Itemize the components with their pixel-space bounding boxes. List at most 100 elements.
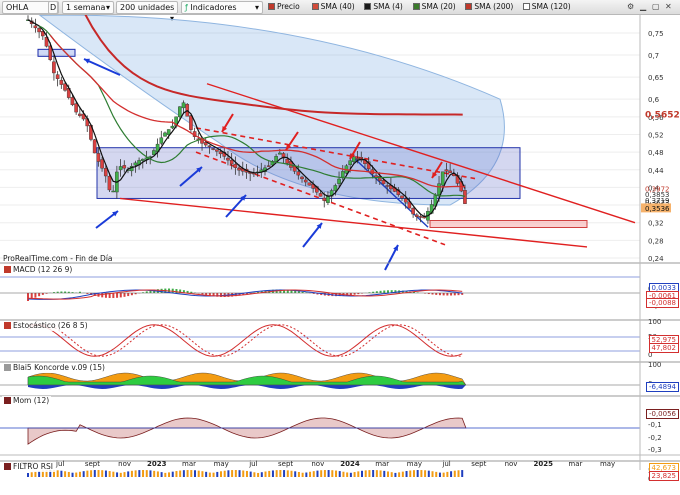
chart-toolbar: OHLA ▾ D 1 semana ▾ 200 unidades ▾ ƒ Ind…	[0, 0, 680, 23]
rsi-bar	[108, 471, 111, 477]
rsi-bar	[219, 471, 222, 477]
rsi-bar	[301, 472, 304, 477]
macd-bar	[386, 290, 389, 293]
rsi-bar	[390, 472, 393, 477]
candle-body	[118, 166, 123, 171]
price-label: 0,3536	[645, 205, 670, 213]
legend-item[interactable]: SMA (120)	[522, 2, 571, 13]
close-icon[interactable]: ✕	[665, 2, 672, 12]
koncorde-panel-title[interactable]: Blai5 Koncorde v.09 (15)	[2, 363, 107, 373]
stoch-panel-title[interactable]: Estocástico (26 8 5)	[2, 321, 90, 331]
legend-swatch	[522, 3, 530, 10]
rsi-bar	[409, 470, 412, 477]
rsi-bar	[231, 470, 234, 477]
rsi-bar	[34, 471, 37, 477]
macd-bar	[101, 293, 104, 298]
rsi-bar	[249, 471, 252, 477]
rsi-bar	[197, 470, 200, 477]
macd-panel-title[interactable]: MACD (12 26 9)	[2, 265, 75, 275]
legend-swatch	[268, 3, 275, 10]
price-tick-label: 0,75	[648, 30, 664, 38]
candle-body	[111, 190, 115, 193]
rsi-bar	[316, 470, 319, 477]
candle-body	[107, 176, 112, 191]
koncorde-icon	[4, 364, 11, 371]
rsi-bar	[394, 472, 397, 477]
mom-title-text: Mom (12)	[13, 396, 50, 405]
candle-body	[92, 139, 97, 154]
time-tick-label: 2024	[340, 460, 360, 468]
rsi-bar	[245, 470, 248, 477]
legend-item[interactable]: Precio	[268, 2, 300, 13]
candle-body	[181, 102, 186, 109]
time-tick-label: nov	[505, 460, 518, 468]
candle-body	[340, 171, 345, 178]
stoch-k-line	[27, 324, 463, 357]
time-tick-label: mar	[568, 460, 582, 468]
time-tick-label: nov	[118, 460, 131, 468]
candle-body	[248, 172, 252, 174]
rsi-bar	[153, 470, 156, 477]
settings-icon[interactable]: ⚙	[627, 2, 634, 12]
rsi-bar	[457, 470, 460, 477]
candle-body	[444, 169, 449, 172]
macd-bar	[123, 293, 126, 297]
rsi-bar	[338, 471, 341, 477]
macd-bar	[116, 293, 119, 298]
candle-body	[189, 115, 193, 130]
rsi-bar	[372, 470, 375, 477]
price-tick-label: 0,44	[648, 167, 664, 175]
time-tick-label: jul	[248, 460, 257, 468]
rsi-bar	[71, 472, 74, 477]
period-code-button[interactable]: D	[48, 1, 58, 14]
candle-body	[237, 167, 241, 171]
price-label: 0,5652	[645, 111, 680, 121]
range-rectangle	[96, 147, 521, 199]
rsi-bar	[212, 472, 215, 477]
rsi-bar	[435, 471, 438, 477]
time-tick-label: 2023	[147, 460, 167, 468]
mom-panel-title[interactable]: Mom (12)	[2, 396, 52, 406]
units-selector[interactable]: 200 unidades ▾	[116, 1, 178, 23]
time-tick-label: sept	[278, 460, 293, 468]
rsi-bar	[290, 470, 293, 477]
rsi-bar	[82, 471, 85, 477]
indicators-button[interactable]: ƒ Indicadores ▾	[181, 1, 263, 14]
legend-swatch	[311, 3, 319, 10]
candle-body	[385, 185, 389, 187]
rsi-bar	[27, 473, 29, 477]
legend-item[interactable]: SMA (200)	[465, 2, 513, 13]
candle-body	[74, 103, 78, 113]
rsi-bar	[368, 470, 371, 477]
candle-body	[403, 198, 408, 203]
legend-item[interactable]: SMA (40)	[311, 2, 355, 13]
period-selector[interactable]: 1 semana ▾	[62, 1, 114, 14]
candle-body	[437, 183, 441, 195]
rsi-bar	[353, 472, 356, 477]
price-tick-label: 0,6	[648, 96, 660, 104]
candle-body	[318, 193, 323, 197]
candle-body	[218, 151, 223, 155]
time-tick-label: jul	[441, 460, 450, 468]
rsi-bar	[67, 471, 70, 477]
rsi-bar	[182, 470, 185, 477]
rsi-bar	[156, 471, 159, 477]
legend-item[interactable]: SMA (4)	[364, 2, 403, 13]
rsi-bar	[205, 471, 208, 477]
rsi-bar	[327, 470, 330, 477]
candle-body	[266, 165, 271, 167]
rsi-bar	[361, 470, 364, 477]
rsi-bar	[93, 470, 96, 477]
candle-body	[352, 156, 356, 162]
rsi-bar	[168, 472, 171, 477]
time-tick-label: nov	[311, 460, 324, 468]
rsi-bar	[123, 472, 126, 477]
minimize-icon[interactable]: ▁	[640, 2, 646, 12]
restore-icon[interactable]: ▢	[652, 2, 660, 12]
legend-item[interactable]: SMA (20)	[412, 2, 456, 13]
rsi-bar	[401, 471, 404, 477]
rsi-bar	[286, 470, 289, 477]
rsi-panel-title[interactable]: FILTRO RSI	[2, 462, 55, 472]
time-tick-label: jul	[55, 460, 64, 468]
stoch-d-line	[27, 324, 463, 357]
